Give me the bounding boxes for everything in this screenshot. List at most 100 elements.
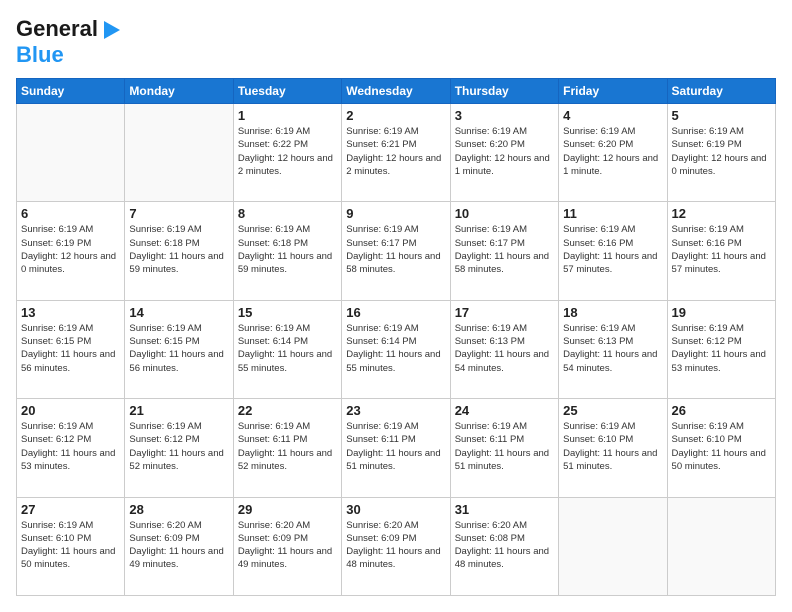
- weekday-header-wednesday: Wednesday: [342, 79, 450, 104]
- day-info: Sunrise: 6:19 AM Sunset: 6:15 PM Dayligh…: [21, 322, 120, 375]
- calendar-cell-4-3: 22 Sunrise: 6:19 AM Sunset: 6:11 PM Dayli…: [233, 399, 341, 497]
- calendar-cell-2-7: 12 Sunrise: 6:19 AM Sunset: 6:16 PM Dayli…: [667, 202, 775, 300]
- calendar-cell-5-6: [559, 497, 667, 595]
- day-number: 20: [21, 403, 120, 418]
- calendar-cell-3-7: 19 Sunrise: 6:19 AM Sunset: 6:12 PM Dayli…: [667, 300, 775, 398]
- calendar-cell-1-4: 2 Sunrise: 6:19 AM Sunset: 6:21 PM Daylig…: [342, 104, 450, 202]
- day-info: Sunrise: 6:19 AM Sunset: 6:21 PM Dayligh…: [346, 125, 445, 178]
- calendar-cell-4-7: 26 Sunrise: 6:19 AM Sunset: 6:10 PM Dayli…: [667, 399, 775, 497]
- day-info: Sunrise: 6:19 AM Sunset: 6:14 PM Dayligh…: [238, 322, 337, 375]
- day-number: 5: [672, 108, 771, 123]
- day-info: Sunrise: 6:19 AM Sunset: 6:15 PM Dayligh…: [129, 322, 228, 375]
- calendar-cell-5-1: 27Sunrise: 6:19 AM Sunset: 6:10 PM Dayli…: [17, 497, 125, 595]
- day-number: 22: [238, 403, 337, 418]
- day-number: 15: [238, 305, 337, 320]
- calendar-cell-3-1: 13 Sunrise: 6:19 AM Sunset: 6:15 PM Dayli…: [17, 300, 125, 398]
- day-info: Sunrise: 6:19 AM Sunset: 6:14 PM Dayligh…: [346, 322, 445, 375]
- day-number: 14: [129, 305, 228, 320]
- calendar-cell-5-2: 28Sunrise: 6:20 AM Sunset: 6:09 PM Dayli…: [125, 497, 233, 595]
- calendar-cell-2-4: 9 Sunrise: 6:19 AM Sunset: 6:17 PM Daylig…: [342, 202, 450, 300]
- day-info: Sunrise: 6:19 AM Sunset: 6:12 PM Dayligh…: [672, 322, 771, 375]
- page-header: General Blue: [16, 16, 776, 68]
- day-info: Sunrise: 6:19 AM Sunset: 6:10 PM Dayligh…: [563, 420, 662, 473]
- day-number: 10: [455, 206, 554, 221]
- day-number: 13: [21, 305, 120, 320]
- calendar-cell-4-5: 24 Sunrise: 6:19 AM Sunset: 6:11 PM Dayli…: [450, 399, 558, 497]
- day-info: Sunrise: 6:19 AM Sunset: 6:19 PM Dayligh…: [21, 223, 120, 276]
- day-info: Sunrise: 6:20 AM Sunset: 6:09 PM Dayligh…: [238, 519, 337, 572]
- day-number: 29: [238, 502, 337, 517]
- day-number: 21: [129, 403, 228, 418]
- day-number: 18: [563, 305, 662, 320]
- day-info: Sunrise: 6:20 AM Sunset: 6:08 PM Dayligh…: [455, 519, 554, 572]
- day-number: 30: [346, 502, 445, 517]
- day-number: 31: [455, 502, 554, 517]
- logo: General Blue: [16, 16, 122, 68]
- weekday-header-tuesday: Tuesday: [233, 79, 341, 104]
- day-info: Sunrise: 6:19 AM Sunset: 6:11 PM Dayligh…: [346, 420, 445, 473]
- day-info: Sunrise: 6:19 AM Sunset: 6:11 PM Dayligh…: [455, 420, 554, 473]
- day-number: 7: [129, 206, 228, 221]
- calendar-cell-1-2: [125, 104, 233, 202]
- day-info: Sunrise: 6:19 AM Sunset: 6:19 PM Dayligh…: [672, 125, 771, 178]
- day-number: 1: [238, 108, 337, 123]
- day-info: Sunrise: 6:19 AM Sunset: 6:16 PM Dayligh…: [563, 223, 662, 276]
- calendar-cell-2-5: 10 Sunrise: 6:19 AM Sunset: 6:17 PM Dayli…: [450, 202, 558, 300]
- day-info: Sunrise: 6:19 AM Sunset: 6:18 PM Dayligh…: [238, 223, 337, 276]
- day-info: Sunrise: 6:19 AM Sunset: 6:22 PM Dayligh…: [238, 125, 337, 178]
- calendar-cell-1-3: 1 Sunrise: 6:19 AM Sunset: 6:22 PM Daylig…: [233, 104, 341, 202]
- day-number: 16: [346, 305, 445, 320]
- weekday-header-thursday: Thursday: [450, 79, 558, 104]
- day-info: Sunrise: 6:19 AM Sunset: 6:10 PM Dayligh…: [672, 420, 771, 473]
- calendar-cell-1-1: [17, 104, 125, 202]
- logo-triangle-icon: [100, 19, 122, 41]
- calendar-week-4: 20 Sunrise: 6:19 AM Sunset: 6:12 PM Dayli…: [17, 399, 776, 497]
- weekday-header-saturday: Saturday: [667, 79, 775, 104]
- calendar-week-5: 27Sunrise: 6:19 AM Sunset: 6:10 PM Dayli…: [17, 497, 776, 595]
- day-info: Sunrise: 6:19 AM Sunset: 6:12 PM Dayligh…: [21, 420, 120, 473]
- calendar-cell-4-2: 21Sunrise: 6:19 AM Sunset: 6:12 PM Dayli…: [125, 399, 233, 497]
- day-info: Sunrise: 6:19 AM Sunset: 6:20 PM Dayligh…: [563, 125, 662, 178]
- day-info: Sunrise: 6:19 AM Sunset: 6:10 PM Dayligh…: [21, 519, 120, 572]
- day-number: 19: [672, 305, 771, 320]
- calendar-week-2: 6 Sunrise: 6:19 AM Sunset: 6:19 PM Daylig…: [17, 202, 776, 300]
- calendar-cell-1-6: 4 Sunrise: 6:19 AM Sunset: 6:20 PM Daylig…: [559, 104, 667, 202]
- day-number: 6: [21, 206, 120, 221]
- calendar-cell-2-2: 7Sunrise: 6:19 AM Sunset: 6:18 PM Daylig…: [125, 202, 233, 300]
- day-number: 8: [238, 206, 337, 221]
- calendar-table: SundayMondayTuesdayWednesdayThursdayFrid…: [16, 78, 776, 596]
- day-number: 11: [563, 206, 662, 221]
- day-info: Sunrise: 6:19 AM Sunset: 6:13 PM Dayligh…: [563, 322, 662, 375]
- day-info: Sunrise: 6:19 AM Sunset: 6:17 PM Dayligh…: [455, 223, 554, 276]
- calendar-cell-3-4: 16 Sunrise: 6:19 AM Sunset: 6:14 PM Dayli…: [342, 300, 450, 398]
- day-number: 3: [455, 108, 554, 123]
- day-info: Sunrise: 6:19 AM Sunset: 6:16 PM Dayligh…: [672, 223, 771, 276]
- weekday-header-row: SundayMondayTuesdayWednesdayThursdayFrid…: [17, 79, 776, 104]
- day-number: 12: [672, 206, 771, 221]
- day-number: 17: [455, 305, 554, 320]
- calendar-cell-5-4: 30 Sunrise: 6:20 AM Sunset: 6:09 PM Dayli…: [342, 497, 450, 595]
- calendar-cell-1-5: 3 Sunrise: 6:19 AM Sunset: 6:20 PM Daylig…: [450, 104, 558, 202]
- logo-general: General: [16, 16, 98, 42]
- day-info: Sunrise: 6:19 AM Sunset: 6:11 PM Dayligh…: [238, 420, 337, 473]
- calendar-cell-5-5: 31 Sunrise: 6:20 AM Sunset: 6:08 PM Dayli…: [450, 497, 558, 595]
- day-info: Sunrise: 6:19 AM Sunset: 6:20 PM Dayligh…: [455, 125, 554, 178]
- day-number: 24: [455, 403, 554, 418]
- day-number: 26: [672, 403, 771, 418]
- calendar-cell-2-6: 11 Sunrise: 6:19 AM Sunset: 6:16 PM Dayli…: [559, 202, 667, 300]
- calendar-cell-2-3: 8 Sunrise: 6:19 AM Sunset: 6:18 PM Daylig…: [233, 202, 341, 300]
- day-info: Sunrise: 6:20 AM Sunset: 6:09 PM Dayligh…: [346, 519, 445, 572]
- weekday-header-sunday: Sunday: [17, 79, 125, 104]
- day-info: Sunrise: 6:19 AM Sunset: 6:17 PM Dayligh…: [346, 223, 445, 276]
- calendar-week-1: 1 Sunrise: 6:19 AM Sunset: 6:22 PM Daylig…: [17, 104, 776, 202]
- calendar-cell-4-1: 20 Sunrise: 6:19 AM Sunset: 6:12 PM Dayli…: [17, 399, 125, 497]
- weekday-header-friday: Friday: [559, 79, 667, 104]
- calendar-cell-5-7: [667, 497, 775, 595]
- day-number: 9: [346, 206, 445, 221]
- day-number: 4: [563, 108, 662, 123]
- calendar-cell-5-3: 29 Sunrise: 6:20 AM Sunset: 6:09 PM Dayli…: [233, 497, 341, 595]
- calendar-cell-1-7: 5 Sunrise: 6:19 AM Sunset: 6:19 PM Daylig…: [667, 104, 775, 202]
- day-number: 2: [346, 108, 445, 123]
- day-number: 23: [346, 403, 445, 418]
- calendar-week-3: 13 Sunrise: 6:19 AM Sunset: 6:15 PM Dayli…: [17, 300, 776, 398]
